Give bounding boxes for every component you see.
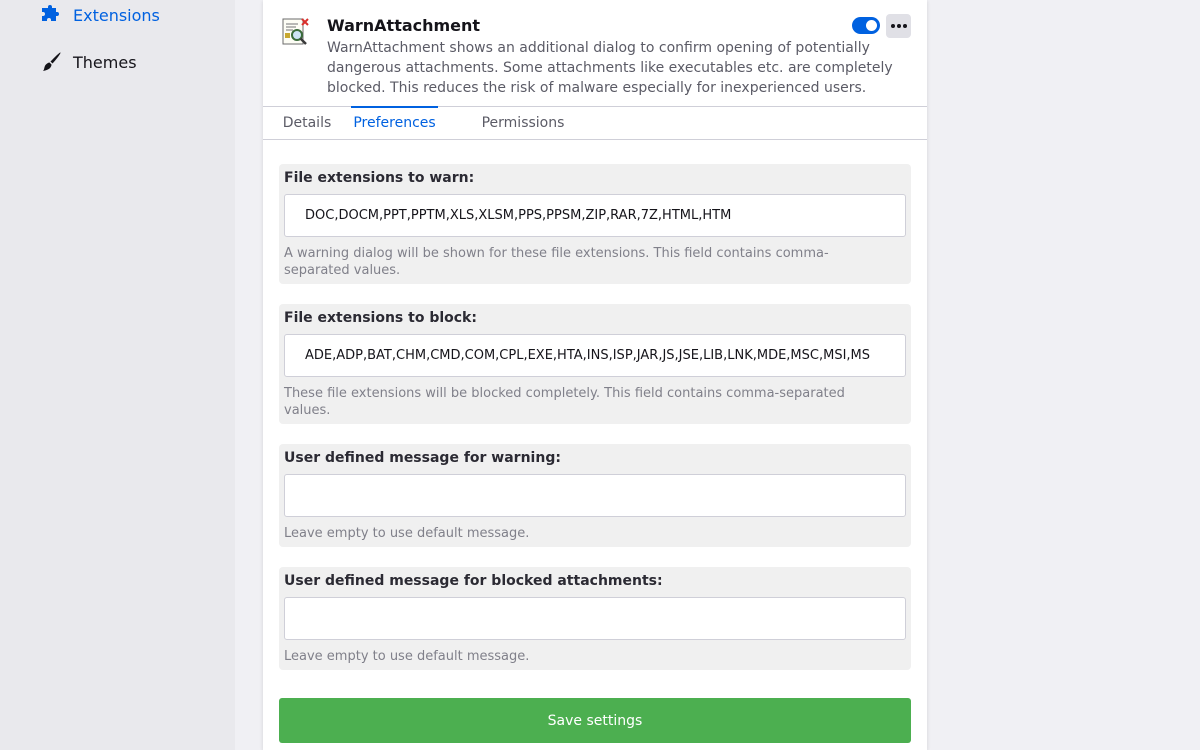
warn-extensions-input[interactable]: DOC,DOCM,PPT,PPTM,XLS,XLSM,PPS,PPSM,ZIP,… bbox=[284, 194, 906, 237]
pref-warn-message: User defined message for warning: Leave … bbox=[279, 444, 911, 547]
block-extensions-input[interactable]: ADE,ADP,BAT,CHM,CMD,COM,CPL,EXE,HTA,INS,… bbox=[284, 334, 906, 377]
pref-label: User defined message for blocked attachm… bbox=[284, 573, 663, 589]
addon-description: WarnAttachment shows an additional dialo… bbox=[327, 40, 893, 96]
sidebar-item-extensions[interactable]: Extensions bbox=[40, 0, 160, 30]
pref-block-extensions: File extensions to block: ADE,ADP,BAT,CH… bbox=[279, 304, 911, 424]
tab-details[interactable]: Details bbox=[263, 107, 351, 139]
addon-enable-toggle[interactable] bbox=[852, 17, 880, 34]
toggle-knob bbox=[866, 20, 877, 31]
pref-label: File extensions to warn: bbox=[284, 170, 475, 186]
pref-warn-extensions: File extensions to warn: DOC,DOCM,PPT,PP… bbox=[279, 164, 911, 284]
save-settings-button[interactable]: Save settings bbox=[279, 698, 911, 743]
attachment-warning-icon bbox=[281, 17, 311, 47]
pref-help-text: A warning dialog will be shown for these… bbox=[284, 246, 829, 278]
puzzle-piece-icon bbox=[40, 3, 64, 27]
pref-block-message: User defined message for blocked attachm… bbox=[279, 567, 911, 670]
block-message-input[interactable] bbox=[284, 597, 906, 640]
sidebar-item-label: Extensions bbox=[73, 5, 160, 25]
pref-label: User defined message for warning: bbox=[284, 450, 561, 466]
tab-permissions[interactable]: Permissions bbox=[474, 107, 572, 139]
addon-title: WarnAttachment bbox=[327, 16, 481, 35]
paintbrush-icon bbox=[40, 50, 64, 74]
pref-help-text: Leave empty to use default message. bbox=[284, 649, 530, 664]
pref-help-text: These file extensions will be blocked co… bbox=[284, 386, 845, 418]
warn-message-input[interactable] bbox=[284, 474, 906, 517]
sidebar: Extensions Themes bbox=[0, 0, 235, 750]
tab-bar: Details Preferences Permissions bbox=[263, 106, 927, 140]
pref-label: File extensions to block: bbox=[284, 310, 477, 326]
more-options-icon bbox=[890, 24, 895, 28]
addon-card: WarnAttachment WarnAttachment shows an a… bbox=[263, 0, 927, 750]
sidebar-item-label: Themes bbox=[73, 52, 137, 72]
tab-preferences[interactable]: Preferences bbox=[351, 106, 438, 139]
more-options-button[interactable] bbox=[886, 14, 911, 38]
sidebar-item-themes[interactable]: Themes bbox=[40, 47, 137, 77]
pref-help-text: Leave empty to use default message. bbox=[284, 526, 530, 541]
